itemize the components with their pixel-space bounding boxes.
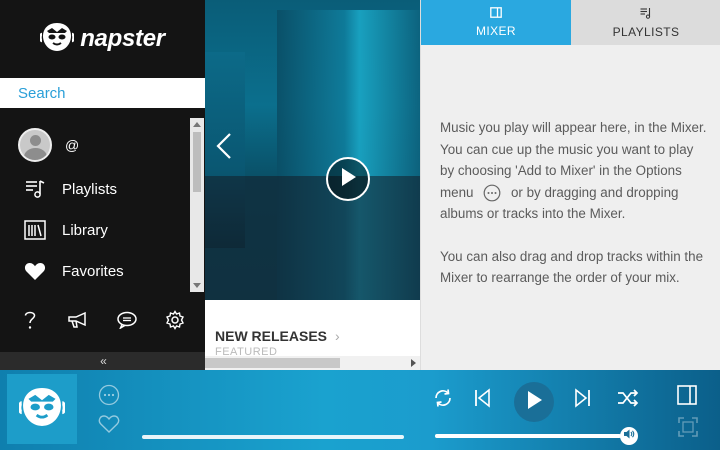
sidebar-item-label: Library	[62, 221, 108, 239]
user-name: @	[65, 137, 80, 153]
utility-bar	[0, 302, 205, 338]
section-title-text: NEW RELEASES	[215, 328, 328, 344]
volume-handle[interactable]	[620, 427, 638, 445]
sidebar-item-playlists[interactable]: Playlists	[24, 178, 117, 200]
panel-tabs: MIXER PLAYLISTS	[421, 0, 720, 45]
scrollbar-thumb[interactable]	[193, 132, 201, 192]
sidebar: napster @ Playlists Library	[0, 0, 233, 370]
options-menu-icon	[483, 184, 501, 202]
sidebar-scrollbar[interactable]	[190, 118, 204, 292]
library-icon	[24, 219, 46, 241]
carousel-shade	[205, 176, 420, 300]
main-content: NEW RELEASES › FEATURED	[205, 0, 420, 370]
shuffle-icon[interactable]	[617, 388, 639, 408]
help-icon[interactable]	[17, 307, 43, 333]
avatar	[18, 128, 52, 162]
repeat-icon[interactable]	[433, 388, 453, 408]
chevron-right-icon: ›	[335, 328, 340, 344]
settings-icon[interactable]	[162, 307, 188, 333]
mixer-paragraph-2: You can also drag and drop tracks within…	[440, 248, 704, 286]
tab-label: PLAYLISTS	[612, 24, 680, 39]
mixer-panel-toggle-icon[interactable]	[677, 385, 697, 410]
next-track-icon[interactable]	[573, 388, 591, 408]
player-play-button[interactable]	[514, 382, 554, 422]
napster-logo[interactable]: napster	[0, 0, 205, 78]
volume-fill	[435, 434, 622, 438]
sidebar-item-favorites[interactable]: Favorites	[24, 260, 124, 282]
tab-mixer[interactable]: MIXER	[421, 0, 571, 45]
logo-wordmark: napster	[80, 25, 165, 52]
now-playing-artwork[interactable]	[7, 374, 77, 444]
tab-label: MIXER	[475, 24, 516, 38]
play-icon	[525, 390, 543, 415]
previous-track-icon[interactable]	[474, 388, 492, 408]
section-subtitle: FEATURED	[215, 346, 278, 355]
search-input[interactable]	[18, 84, 217, 102]
sidebar-item-label: Favorites	[62, 262, 124, 280]
napster-cat-icon	[39, 21, 75, 58]
track-progress-bar[interactable]	[142, 435, 404, 439]
user-profile[interactable]: @	[18, 128, 79, 162]
mixer-text-part-2: or by dragging and dropping albums or tr…	[440, 184, 679, 222]
announcement-icon[interactable]	[65, 307, 91, 333]
scroll-up-arrow[interactable]	[193, 122, 201, 127]
horizontal-scrollbar[interactable]	[205, 356, 420, 370]
mixer-empty-message: Music you play will appear here, in the …	[440, 117, 710, 289]
track-options-icon[interactable]	[98, 384, 120, 411]
scroll-down-arrow[interactable]	[193, 283, 201, 288]
sidebar-item-library[interactable]: Library	[24, 219, 108, 241]
scroll-right-arrow[interactable]	[411, 359, 416, 367]
volume-slider[interactable]	[435, 434, 627, 438]
mixer-panel: MIXER PLAYLISTS Music you play will appe…	[420, 0, 720, 370]
carousel-prev-button[interactable]	[213, 131, 235, 166]
sidebar-nav: @ Playlists Library Favorites	[0, 118, 190, 294]
new-releases-link[interactable]: NEW RELEASES ›	[215, 328, 340, 344]
heart-icon	[24, 260, 46, 282]
play-icon	[339, 167, 357, 192]
player-bar	[0, 370, 720, 450]
scrollbar-thumb[interactable]	[205, 358, 340, 368]
featured-carousel	[205, 0, 420, 300]
playlist-icon	[24, 178, 46, 200]
tab-playlists[interactable]: PLAYLISTS	[571, 0, 720, 45]
collapse-sidebar-button[interactable]: «	[0, 352, 205, 370]
mixer-icon	[490, 7, 502, 21]
search-bar	[0, 78, 233, 108]
sidebar-item-label: Playlists	[62, 180, 118, 198]
chat-icon[interactable]	[114, 307, 140, 333]
speaker-icon	[623, 427, 635, 445]
carousel-play-button[interactable]	[326, 157, 370, 201]
playlist-icon	[640, 7, 653, 22]
mixer-paragraph-1: Music you play will appear here, in the …	[440, 117, 710, 225]
napster-cat-icon	[17, 385, 67, 434]
fullscreen-icon[interactable]	[678, 417, 698, 442]
favorite-heart-icon[interactable]	[98, 414, 120, 439]
